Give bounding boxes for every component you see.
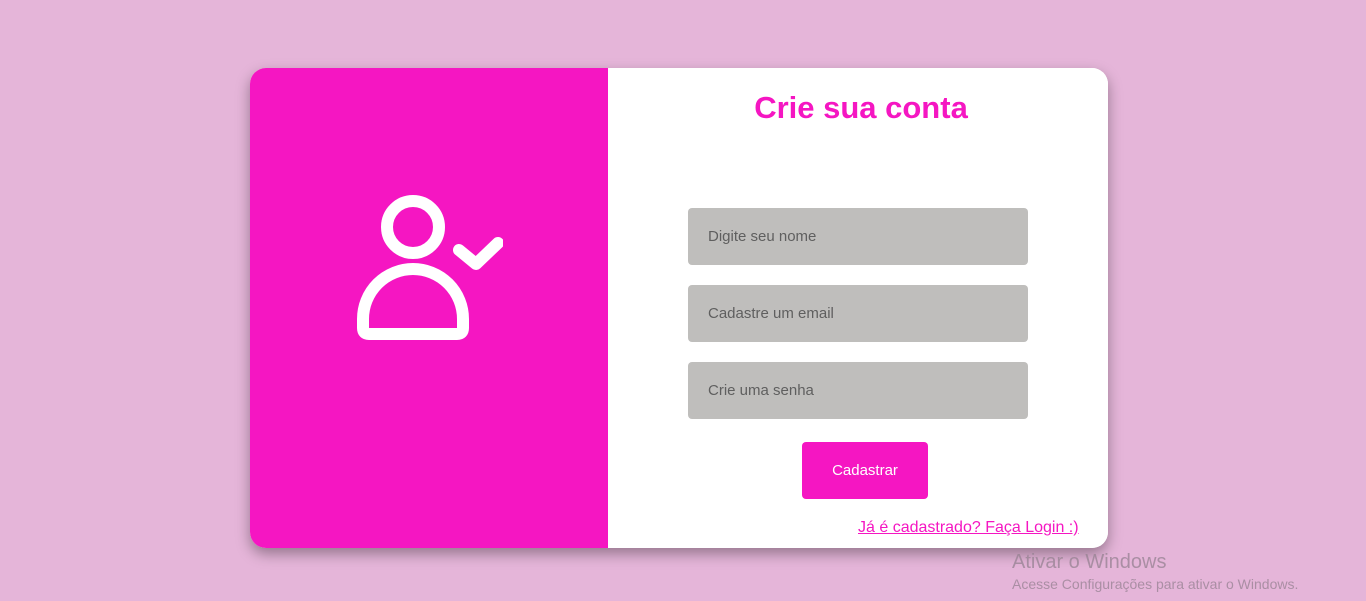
password-input[interactable] (688, 362, 1028, 419)
name-input[interactable] (688, 208, 1028, 265)
watermark-title: Ativar o Windows (1012, 551, 1167, 573)
login-link[interactable]: Já é cadastrado? Faça Login :) (858, 519, 1079, 537)
watermark-subtitle: Acesse Configurações para ativar o Windo… (1012, 576, 1299, 592)
signup-card: Crie sua conta Cadastrar Já é cadastrado… (250, 68, 1108, 548)
form-panel: Crie sua conta Cadastrar Já é cadastrado… (608, 68, 1108, 548)
user-check-icon (357, 195, 503, 340)
register-button[interactable]: Cadastrar (802, 442, 928, 499)
page: Crie sua conta Cadastrar Já é cadastrado… (0, 0, 1366, 601)
left-panel (250, 68, 608, 548)
form-title: Crie sua conta (754, 90, 968, 125)
email-input[interactable] (688, 285, 1028, 342)
windows-activation-watermark: Ativar o Windows Acesse Configurações pa… (1012, 552, 1298, 591)
